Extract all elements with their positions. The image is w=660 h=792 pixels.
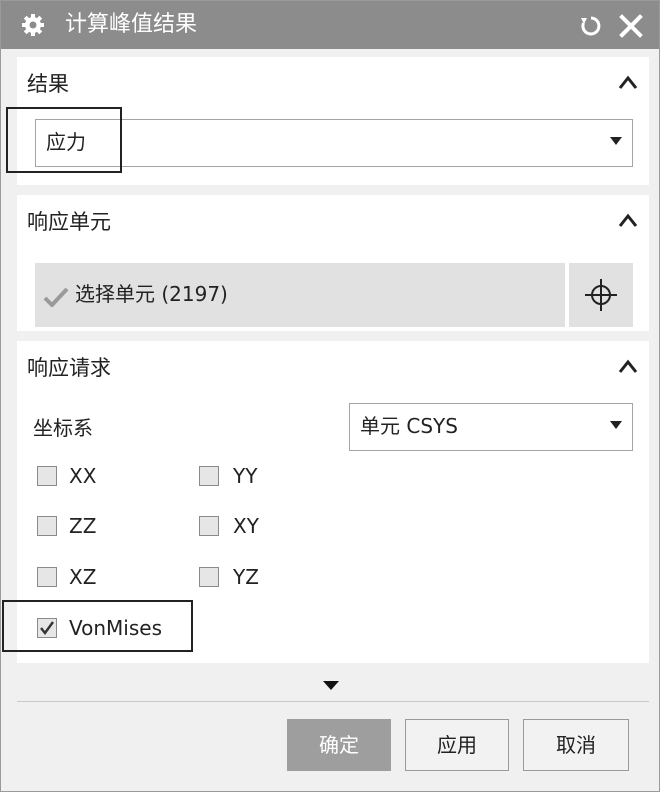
response-elements-section: 响应单元 选择单元 (2197)	[17, 195, 649, 331]
response-elements-section-header[interactable]: 响应单元	[17, 195, 649, 247]
results-section-header[interactable]: 结果	[17, 57, 649, 109]
collapse-caret-icon[interactable]	[617, 357, 639, 375]
xz-checkbox[interactable]	[37, 567, 57, 587]
dialog-title: 计算峰值结果	[65, 12, 198, 37]
reset-icon[interactable]	[579, 14, 603, 38]
check-icon	[40, 621, 54, 635]
collapse-caret-icon[interactable]	[617, 73, 639, 91]
coordinate-system-value: 单元 CSYS	[360, 414, 458, 438]
divider	[17, 701, 649, 702]
close-icon[interactable]	[617, 12, 645, 40]
compute-peak-results-dialog: 计算峰值结果 结果 应力 响应单元 选择单元 (2197) 响应请求 坐标系 单…	[0, 0, 660, 792]
cancel-button[interactable]: 取消	[523, 719, 629, 771]
result-type-value: 应力	[46, 130, 86, 154]
dialog-title-bar: 计算峰值结果	[1, 1, 659, 49]
response-elements-section-title: 响应单元	[27, 210, 111, 234]
checkmark-icon	[43, 287, 69, 307]
response-request-section-header[interactable]: 响应请求	[17, 341, 649, 393]
coordinate-system-label: 坐标系	[33, 416, 93, 440]
xx-label: XX	[69, 464, 97, 488]
select-elements-row[interactable]: 选择单元 (2197)	[35, 263, 565, 327]
yy-checkbox[interactable]	[199, 466, 219, 486]
response-request-section: 响应请求 坐标系 单元 CSYS XX YY ZZ XY XZ YZ VonMi…	[17, 341, 649, 663]
vonmises-checkbox[interactable]	[37, 618, 57, 638]
expand-more-icon[interactable]	[323, 681, 339, 690]
results-section-title: 结果	[27, 72, 69, 96]
result-type-dropdown[interactable]: 应力	[35, 119, 633, 167]
dropdown-arrow-icon	[610, 137, 622, 145]
xx-checkbox[interactable]	[37, 466, 57, 486]
zz-label: ZZ	[69, 514, 97, 538]
ok-button[interactable]: 确定	[287, 719, 391, 771]
collapse-caret-icon[interactable]	[617, 211, 639, 229]
yz-label: YZ	[233, 565, 259, 589]
crosshair-icon	[585, 279, 617, 311]
xy-label: XY	[233, 514, 259, 538]
gear-icon	[22, 14, 44, 36]
yy-label: YY	[233, 464, 258, 488]
yz-checkbox[interactable]	[199, 567, 219, 587]
dropdown-arrow-icon	[610, 421, 622, 429]
select-elements-label: 选择单元 (2197)	[75, 282, 228, 306]
vonmises-label: VonMises	[69, 616, 162, 640]
zz-checkbox[interactable]	[37, 516, 57, 536]
xz-label: XZ	[69, 565, 97, 589]
xy-checkbox[interactable]	[199, 516, 219, 536]
response-request-section-title: 响应请求	[27, 356, 111, 380]
crosshair-select-button[interactable]	[569, 263, 633, 327]
coordinate-system-dropdown[interactable]: 单元 CSYS	[349, 403, 633, 451]
results-section: 结果 应力	[17, 57, 649, 185]
apply-button[interactable]: 应用	[405, 719, 509, 771]
